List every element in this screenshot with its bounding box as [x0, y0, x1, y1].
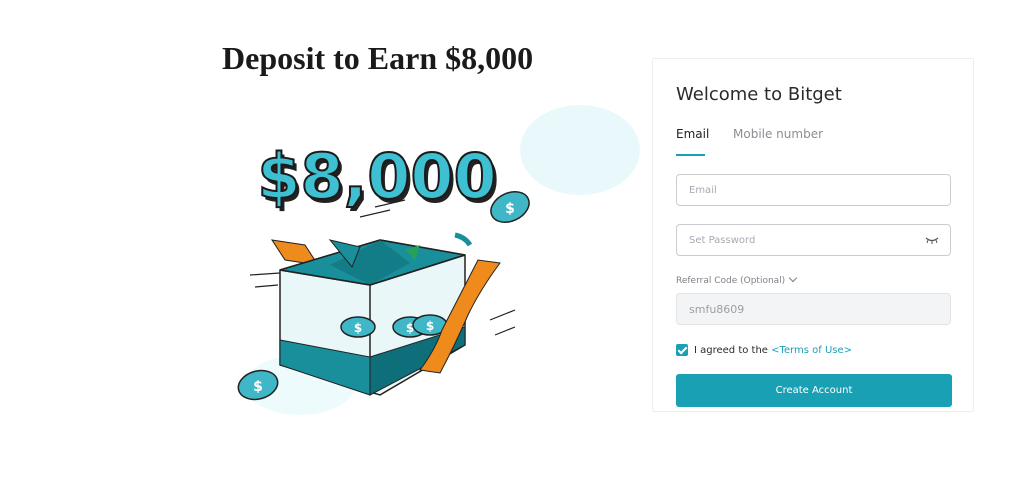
svg-text:$: $ — [426, 319, 434, 333]
terms-of-use-link[interactable]: <Terms of Use> — [771, 345, 852, 356]
active-tab-indicator — [676, 154, 705, 156]
referral-code-label: Referral Code (Optional) — [676, 276, 786, 286]
gift-box-illustration: $8,000 $8,000 $ $ $ $ $ — [237, 105, 640, 415]
svg-text:$: $ — [253, 379, 263, 395]
password-field[interactable] — [676, 224, 951, 256]
tab-email[interactable]: Email — [676, 127, 709, 141]
create-account-button[interactable]: Create Account — [676, 374, 952, 407]
terms-agreement-row: I agreed to the <Terms of Use> — [676, 343, 852, 357]
tab-mobile-number[interactable]: Mobile number — [733, 127, 823, 141]
glow-blob — [520, 105, 640, 195]
referral-code-field[interactable] — [676, 293, 951, 325]
svg-text:$: $ — [505, 201, 515, 217]
amount-text: $8,000 — [257, 140, 496, 213]
svg-text:$: $ — [354, 321, 362, 335]
confetti-piece — [454, 232, 473, 247]
agree-text: I agreed to the — [694, 344, 768, 356]
signup-panel: Welcome to Bitget Email Mobile number Re… — [652, 58, 974, 412]
referral-code-toggle[interactable]: Referral Code (Optional) — [676, 273, 798, 286]
eye-closed-icon[interactable] — [925, 235, 939, 245]
coin-icon: $ — [340, 316, 376, 338]
promo-headline: Deposit to Earn $8,000 — [222, 40, 534, 76]
agree-checkbox[interactable] — [676, 344, 688, 356]
signup-title: Welcome to Bitget — [676, 84, 842, 105]
email-field[interactable] — [676, 174, 951, 206]
chevron-down-icon — [788, 273, 798, 283]
